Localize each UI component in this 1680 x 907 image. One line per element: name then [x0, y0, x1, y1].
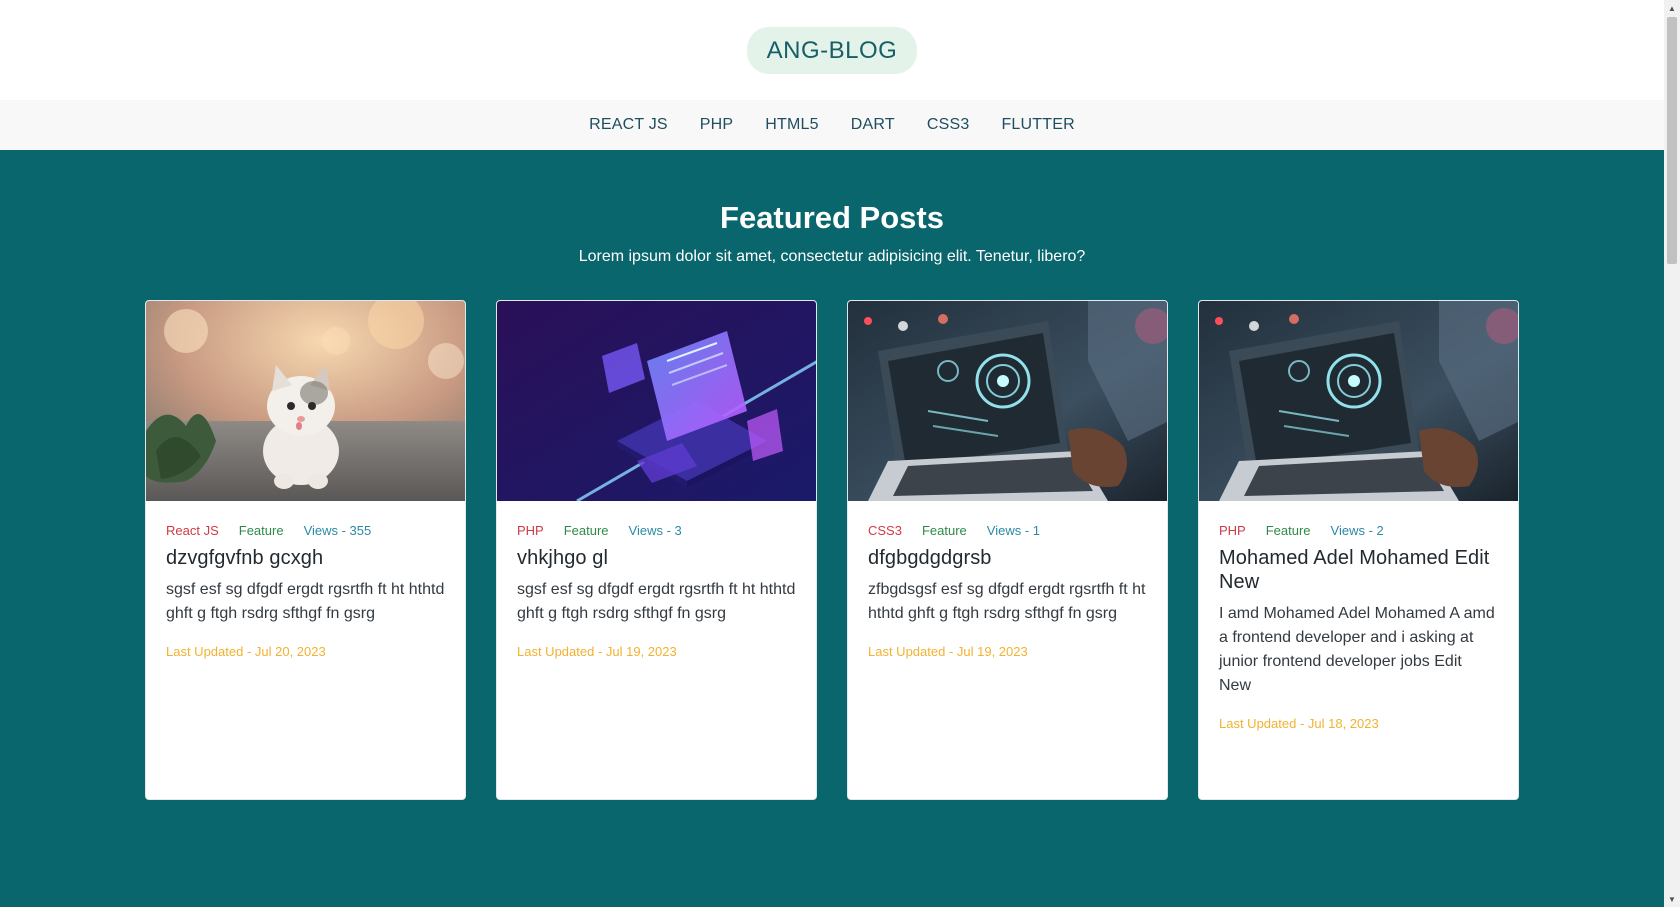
scroll-down-arrow-icon[interactable]: ▼ [1664, 891, 1680, 907]
scroll-up-arrow-icon[interactable]: ▲ [1664, 0, 1680, 16]
laptop-hologram-photo[interactable] [1199, 301, 1518, 501]
kitten-photo[interactable] [146, 301, 465, 501]
category-label[interactable]: React JS [166, 523, 219, 538]
post-card[interactable]: PHP Feature Views - 2 Mohamed Adel Moham… [1198, 300, 1519, 800]
last-updated: Last Updated - Jul 19, 2023 [517, 644, 677, 659]
site-header: ANG-BLOG [0, 0, 1664, 100]
post-card-list: React JS Feature Views - 355 dzvgfgvfnb … [145, 300, 1519, 800]
post-card-body: CSS3 Feature Views - 1 dfgbgdgdgrsb zfbg… [848, 501, 1167, 679]
featured-section: Featured Posts Lorem ipsum dolor sit ame… [0, 150, 1664, 907]
isometric-laptop-illustration[interactable] [497, 301, 816, 501]
isometric-laptop-art [497, 301, 816, 501]
views-count: Views - 355 [303, 523, 372, 538]
category-label[interactable]: PHP [1219, 523, 1246, 538]
post-excerpt: sgsf esf sg dfgdf ergdt rgsrtfh ft ht ht… [517, 581, 796, 622]
post-card[interactable]: React JS Feature Views - 355 dzvgfgvfnb … [145, 300, 466, 800]
feature-tag: Feature [563, 523, 609, 538]
post-card[interactable]: CSS3 Feature Views - 1 dfgbgdgdgrsb zfbg… [847, 300, 1168, 800]
post-card-body: PHP Feature Views - 2 Mohamed Adel Moham… [1199, 501, 1518, 751]
post-card-body: React JS Feature Views - 355 dzvgfgvfnb … [146, 501, 465, 679]
post-excerpt: I amd Mohamed Adel Mohamed A amd a front… [1219, 605, 1495, 694]
site-logo[interactable]: ANG-BLOG [746, 27, 918, 74]
laptop-hologram-art [1199, 301, 1518, 501]
post-meta: React JS Feature Views - 355 [166, 523, 445, 538]
laptop-hologram-photo[interactable] [848, 301, 1167, 501]
post-meta: PHP Feature Views - 2 [1219, 523, 1498, 538]
last-updated: Last Updated - Jul 19, 2023 [868, 644, 1028, 659]
nav-item-css3[interactable]: CSS3 [911, 116, 986, 134]
post-title[interactable]: vhkjhgo gl [517, 546, 796, 570]
nav-item-react-js[interactable]: REACT JS [573, 116, 684, 134]
post-meta: PHP Feature Views - 3 [517, 523, 796, 538]
category-label[interactable]: CSS3 [868, 523, 902, 538]
category-label[interactable]: PHP [517, 523, 544, 538]
post-excerpt: zfbgdsgsf esf sg dfgdf ergdt rgsrtfh ft … [868, 581, 1146, 622]
last-updated: Last Updated - Jul 18, 2023 [1219, 716, 1379, 731]
nav-item-html5[interactable]: HTML5 [749, 116, 834, 134]
views-count: Views - 3 [628, 523, 682, 538]
nav-item-php[interactable]: PHP [684, 116, 750, 134]
scrollbar-thumb[interactable] [1667, 17, 1677, 264]
nav-item-dart[interactable]: DART [835, 116, 911, 134]
post-card[interactable]: PHP Feature Views - 3 vhkjhgo gl sgsf es… [496, 300, 817, 800]
laptop-hologram-art [848, 301, 1167, 501]
post-card-body: PHP Feature Views - 3 vhkjhgo gl sgsf es… [497, 501, 816, 679]
page: ANG-BLOG REACT JS PHP HTML5 DART CSS3 FL… [0, 0, 1664, 907]
post-title[interactable]: Mohamed Adel Mohamed Edit New [1219, 546, 1498, 594]
kitten-illustration [146, 301, 465, 501]
category-nav: REACT JS PHP HTML5 DART CSS3 FLUTTER [0, 100, 1664, 150]
last-updated: Last Updated - Jul 20, 2023 [166, 644, 326, 659]
feature-tag: Feature [921, 523, 967, 538]
views-count: Views - 2 [1330, 523, 1384, 538]
featured-title: Featured Posts [720, 200, 944, 235]
featured-subtitle: Lorem ipsum dolor sit amet, consectetur … [578, 248, 1086, 265]
vertical-scrollbar[interactable]: ▲ ▼ [1664, 0, 1680, 907]
feature-tag: Feature [238, 523, 284, 538]
nav-item-flutter[interactable]: FLUTTER [985, 116, 1090, 134]
views-count: Views - 1 [986, 523, 1041, 538]
post-title[interactable]: dfgbgdgdgrsb [868, 546, 1147, 570]
post-title[interactable]: dzvgfgvfnb gcxgh [166, 546, 445, 570]
post-meta: CSS3 Feature Views - 1 [868, 523, 1147, 538]
feature-tag: Feature [1265, 523, 1311, 538]
post-excerpt: sgsf esf sg dfgdf ergdt rgsrtfh ft ht ht… [166, 581, 445, 622]
